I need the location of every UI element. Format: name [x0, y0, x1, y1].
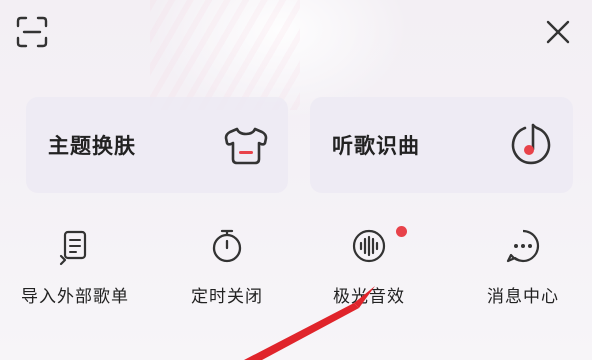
shortcut-label: 定时关闭: [191, 287, 263, 307]
message-center-shortcut[interactable]: 消息中心: [453, 226, 592, 307]
shortcut-label: 极光音效: [333, 287, 405, 307]
sleep-timer-shortcut[interactable]: 定时关闭: [157, 226, 297, 307]
import-playlist-shortcut[interactable]: 导入外部歌单: [5, 226, 145, 307]
shortcut-label: 消息中心: [487, 287, 559, 307]
message-icon: [506, 229, 540, 263]
close-button[interactable]: [540, 14, 576, 50]
card-title: 主题换肤: [48, 134, 136, 158]
background-decoration: [150, 0, 300, 110]
import-playlist-icon: [59, 230, 87, 266]
scan-icon: [16, 16, 48, 48]
music-recognize-icon: [511, 123, 551, 165]
music-recognition-card[interactable]: 听歌识曲: [310, 97, 573, 193]
tshirt-icon: [224, 127, 268, 165]
notification-dot: [396, 226, 407, 237]
card-title: 听歌识曲: [332, 134, 420, 158]
timer-icon: [212, 229, 242, 263]
close-icon: [546, 20, 570, 44]
shortcut-label: 导入外部歌单: [21, 287, 129, 307]
sound-wave-icon: [352, 229, 386, 263]
aurora-sound-effect-shortcut[interactable]: 极光音效: [299, 226, 439, 307]
theme-skin-card[interactable]: 主题换肤: [26, 97, 288, 193]
scan-button[interactable]: [14, 14, 50, 50]
